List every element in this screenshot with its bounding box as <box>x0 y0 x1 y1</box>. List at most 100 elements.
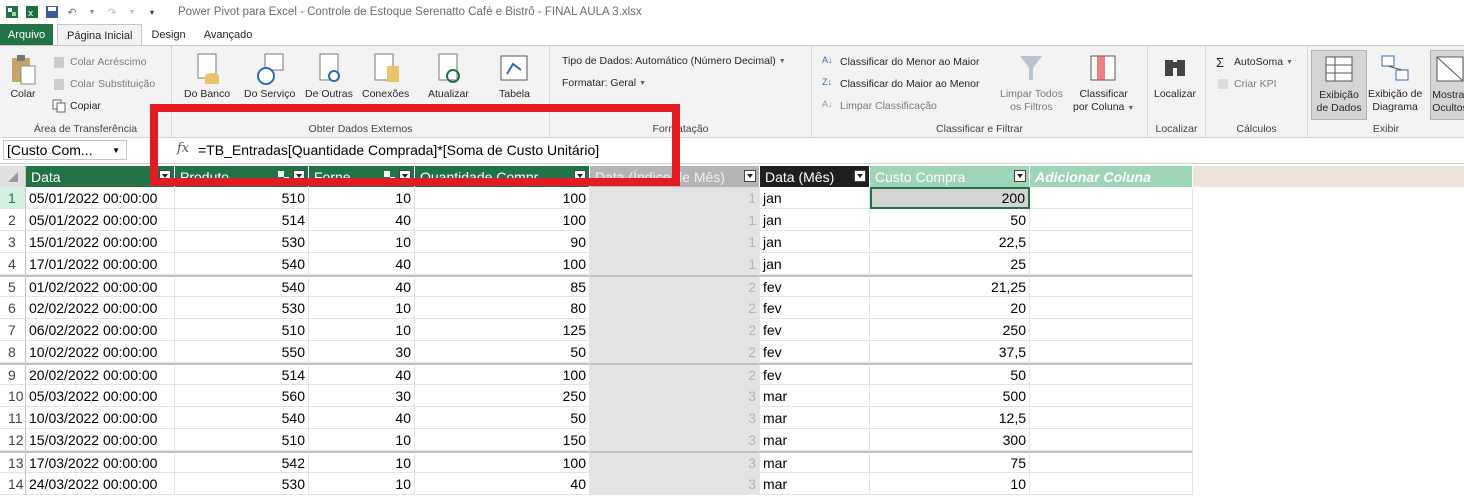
cell-mes[interactable]: fev <box>760 341 870 363</box>
cell-mes[interactable]: jan <box>760 209 870 231</box>
cell-indice-mes[interactable]: 2 <box>590 275 760 297</box>
from-other-sources-button[interactable]: De Outras <box>305 52 353 101</box>
sort-ascending-button[interactable]: A↓ Classificar do Menor ao Maior <box>822 55 979 69</box>
row-number[interactable]: 13 <box>0 451 26 473</box>
cell-add-column[interactable] <box>1030 275 1193 297</box>
redo-icon[interactable]: ↷ <box>104 4 120 20</box>
from-database-button[interactable]: Do Banco <box>184 52 230 101</box>
cell-indice-mes[interactable]: 3 <box>590 429 760 451</box>
row-number[interactable]: 8 <box>0 341 26 363</box>
row-number[interactable]: 3 <box>0 231 26 253</box>
cell-fornecedor[interactable]: 10 <box>309 297 415 319</box>
cell-add-column[interactable] <box>1030 209 1193 231</box>
cell-produto[interactable]: 540 <box>175 407 309 429</box>
data-view-button[interactable]: Exibição de Dados <box>1311 50 1367 120</box>
cell-data[interactable]: 02/02/2022 00:00:00 <box>26 297 175 319</box>
cell-fornecedor[interactable]: 10 <box>309 231 415 253</box>
row-number[interactable]: 1 <box>0 187 26 209</box>
filter-dropdown-icon[interactable] <box>159 170 171 182</box>
clear-filters-button[interactable]: Limpar Todos os Filtros <box>1000 52 1063 114</box>
cell-add-column[interactable] <box>1030 341 1193 363</box>
cell-indice-mes[interactable]: 2 <box>590 319 760 341</box>
cell-fornecedor[interactable]: 30 <box>309 385 415 407</box>
cell-fornecedor[interactable]: 40 <box>309 253 415 275</box>
cell-quantidade[interactable]: 100 <box>415 451 590 473</box>
save-icon[interactable] <box>44 4 60 20</box>
cell-add-column[interactable] <box>1030 385 1193 407</box>
copy-button[interactable]: Copiar <box>52 99 101 113</box>
refresh-button[interactable]: Atualizar <box>428 52 469 101</box>
undo-dropdown-icon[interactable]: ▼ <box>84 4 100 20</box>
row-number[interactable]: 4 <box>0 253 26 275</box>
diagram-view-button[interactable]: Exibição de Diagrama <box>1368 52 1422 114</box>
connections-button[interactable]: Conexões <box>362 52 409 101</box>
cell-produto[interactable]: 542 <box>175 451 309 473</box>
cell-fornecedor[interactable]: 30 <box>309 341 415 363</box>
cell-add-column[interactable] <box>1030 187 1193 209</box>
cell-add-column[interactable] <box>1030 231 1193 253</box>
cell-data[interactable]: 10/03/2022 00:00:00 <box>26 407 175 429</box>
cell-produto[interactable]: 514 <box>175 363 309 385</box>
row-number[interactable]: 7 <box>0 319 26 341</box>
cell-mes[interactable]: mar <box>760 385 870 407</box>
row-number[interactable]: 12 <box>0 429 26 451</box>
row-number[interactable]: 10 <box>0 385 26 407</box>
tab-pagina-inicial[interactable]: Página Inicial <box>57 24 143 46</box>
cell-fornecedor[interactable]: 10 <box>309 319 415 341</box>
cell-mes[interactable]: fev <box>760 275 870 297</box>
cell-custo-compra[interactable]: 12,5 <box>870 407 1030 429</box>
cell-add-column[interactable] <box>1030 297 1193 319</box>
cell-quantidade[interactable]: 80 <box>415 297 590 319</box>
cell-indice-mes[interactable]: 3 <box>590 473 760 495</box>
cell-data[interactable]: 20/02/2022 00:00:00 <box>26 363 175 385</box>
cell-produto[interactable]: 550 <box>175 341 309 363</box>
cell-indice-mes[interactable]: 1 <box>590 253 760 275</box>
cell-custo-compra[interactable]: 22,5 <box>870 231 1030 253</box>
cell-quantidade[interactable]: 100 <box>415 363 590 385</box>
cell-custo-compra[interactable]: 21,25 <box>870 275 1030 297</box>
cell-add-column[interactable] <box>1030 319 1193 341</box>
cell-quantidade[interactable]: 40 <box>415 473 590 495</box>
cell-custo-compra[interactable]: 20 <box>870 297 1030 319</box>
cell-fornecedor[interactable]: 40 <box>309 407 415 429</box>
cell-quantidade[interactable]: 100 <box>415 253 590 275</box>
name-box-caret-icon[interactable]: ▼ <box>112 146 120 155</box>
column-header-produto[interactable]: Produto <box>175 166 309 187</box>
cell-data[interactable]: 24/03/2022 00:00:00 <box>26 473 175 495</box>
tab-avancado[interactable]: Avançado <box>195 24 262 46</box>
cell-custo-compra[interactable]: 500 <box>870 385 1030 407</box>
table-button[interactable]: Tabela <box>499 52 530 101</box>
sort-descending-button[interactable]: Z↓ Classificar do Maior ao Menor <box>822 77 979 91</box>
cell-mes[interactable]: jan <box>760 231 870 253</box>
cell-data[interactable]: 06/02/2022 00:00:00 <box>26 319 175 341</box>
cell-quantidade[interactable]: 85 <box>415 275 590 297</box>
cell-custo-compra[interactable]: 75 <box>870 451 1030 473</box>
cell-custo-compra[interactable]: 50 <box>870 363 1030 385</box>
cell-custo-compra[interactable]: 37,5 <box>870 341 1030 363</box>
cell-fornecedor[interactable]: 40 <box>309 363 415 385</box>
cell-data[interactable]: 05/01/2022 00:00:00 <box>26 187 175 209</box>
name-box[interactable]: [Custo Com... ▼ <box>3 140 127 160</box>
paste-replace-button[interactable]: Colar Substituição <box>52 77 155 91</box>
row-number[interactable]: 5 <box>0 275 26 297</box>
column-header-data[interactable]: Data <box>26 166 175 187</box>
cell-add-column[interactable] <box>1030 473 1193 495</box>
cell-fornecedor[interactable]: 40 <box>309 209 415 231</box>
column-header-custo-compra[interactable]: Custo Compra <box>870 166 1030 187</box>
fx-icon[interactable]: fx <box>177 141 189 156</box>
cell-custo-compra[interactable]: 50 <box>870 209 1030 231</box>
cell-mes[interactable]: mar <box>760 429 870 451</box>
column-header-indice-mes[interactable]: Data (Índice de Mês) <box>590 166 760 187</box>
row-number[interactable]: 11 <box>0 407 26 429</box>
row-number[interactable]: 9 <box>0 363 26 385</box>
cell-produto[interactable]: 530 <box>175 231 309 253</box>
cell-produto[interactable]: 540 <box>175 275 309 297</box>
filter-dropdown-icon[interactable] <box>1014 170 1026 182</box>
tab-arquivo[interactable]: Arquivo <box>0 24 53 46</box>
excel-icon[interactable]: x <box>24 4 40 20</box>
row-number[interactable]: 6 <box>0 297 26 319</box>
cell-quantidade[interactable]: 100 <box>415 187 590 209</box>
cell-custo-compra[interactable]: 10 <box>870 473 1030 495</box>
cell-custo-compra[interactable]: 300 <box>870 429 1030 451</box>
cell-mes[interactable]: fev <box>760 319 870 341</box>
